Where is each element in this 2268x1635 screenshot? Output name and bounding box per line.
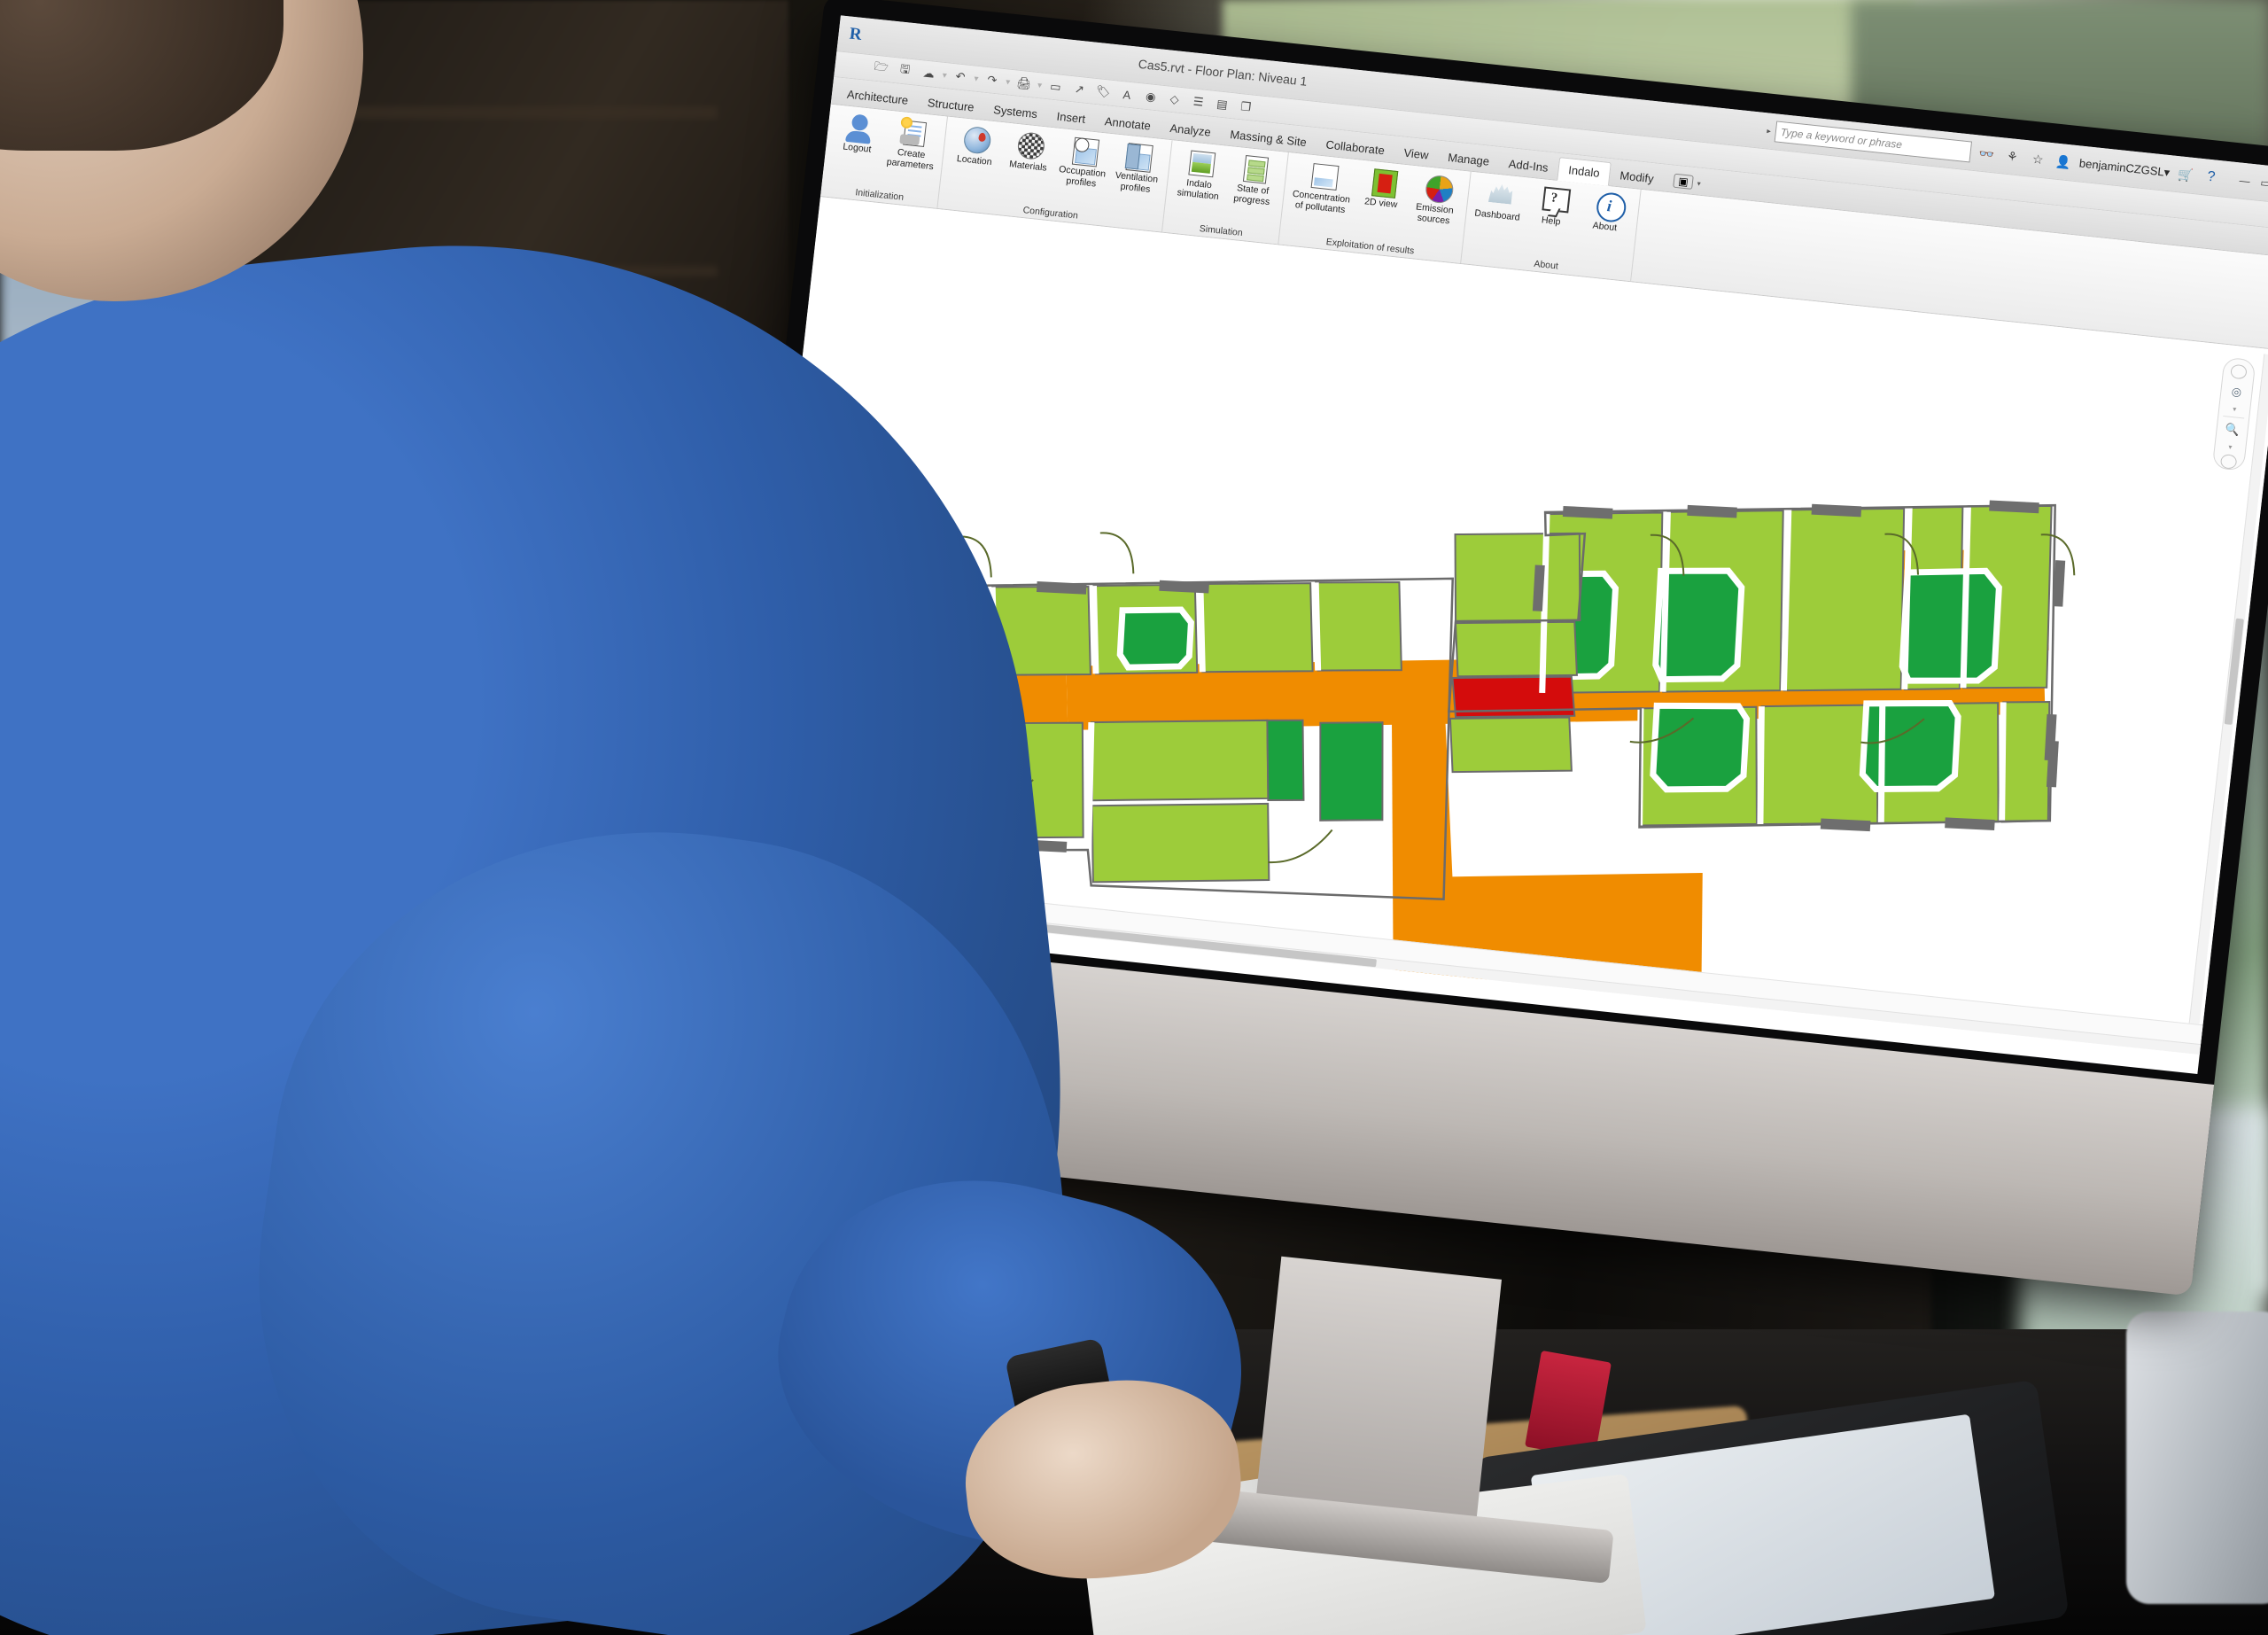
ribbon-button-concentration-of-pollutants[interactable]: Concentration of pollutants: [1288, 156, 1357, 218]
zoom-region-icon[interactable]: 🔍: [2220, 419, 2243, 440]
account-name-label: benjaminCZGSL: [2078, 156, 2165, 179]
ribbon-panel-exploitation-of-results: Concentration of pollutants 2D view Emissi…: [1278, 152, 1472, 264]
ribbon-button-label: Emission sources: [1415, 201, 1455, 226]
view-box-icon[interactable]: ▣: [1673, 173, 1694, 190]
ribbon-button-label: Ventilation profiles: [1115, 169, 1159, 195]
document-title: Cas5.rvt - Floor Plan: Niveau 1: [1138, 56, 1309, 89]
navbar-top-handle[interactable]: [2230, 363, 2248, 380]
emission-sources-pie-icon: [1420, 171, 1455, 205]
ribbon-button-label: About: [1592, 220, 1618, 234]
help-circle-icon[interactable]: ?: [2201, 167, 2222, 188]
ribbon-button-label: Indalo simulation: [1177, 177, 1220, 202]
photo-scene: R Cas5.rvt - Floor Plan: Niveau 1 ▸ Type…: [0, 0, 2268, 1635]
steering-wheel-caret-icon[interactable]: ▾: [2233, 405, 2237, 413]
window-controls[interactable]: — ▭ ✕: [2226, 173, 2268, 191]
minimize-button[interactable]: —: [2239, 174, 2250, 187]
ribbon-button-dashboard[interactable]: Dashboard: [1471, 175, 1526, 225]
ribbon-button-about[interactable]: i About: [1579, 186, 1635, 237]
level-icon[interactable]: ☰: [1186, 91, 1209, 113]
zoom-caret-icon[interactable]: ▾: [2228, 443, 2233, 451]
navbar-bottom-handle[interactable]: [2219, 453, 2238, 470]
about-info-icon: i: [1590, 189, 1627, 224]
ribbon-button-emission-sources[interactable]: Emission sources: [1407, 168, 1464, 230]
keynote-icon[interactable]: ◇: [1163, 89, 1186, 110]
ribbon-button-label: Help: [1541, 214, 1562, 228]
ribbon-panel-about: Dashboard? Help i About About: [1460, 171, 1642, 282]
restore-button[interactable]: ▭: [2260, 176, 2268, 190]
state-of-progress-icon: [1239, 152, 1272, 185]
ribbon-button-ventilation-profiles[interactable]: Ventilation profiles: [1109, 137, 1167, 199]
ribbon-button-label: 2D view: [1363, 196, 1398, 211]
ribbon-panel-simulation: Indalo simulation State of progress Simula…: [1162, 140, 1290, 245]
bookmark-icon[interactable]: ⚘: [2001, 145, 2023, 167]
star-icon[interactable]: ☆: [2027, 148, 2048, 169]
person-icon[interactable]: 👤: [2053, 151, 2074, 172]
ribbon-button-label: State of progress: [1232, 183, 1270, 207]
navbar-divider: [2223, 415, 2245, 418]
model-group-icon[interactable]: ◉: [1139, 86, 1162, 107]
cart-icon[interactable]: 🛒: [2175, 164, 2196, 185]
help-question-icon: ?: [1537, 183, 1571, 216]
view-selector[interactable]: ▣ ▾: [1673, 173, 1702, 195]
concentration-chart-icon: [1307, 160, 1340, 192]
binoculars-icon[interactable]: 👓: [1976, 143, 1997, 164]
ribbon-button-label: Concentration of pollutants: [1292, 188, 1351, 215]
account-name[interactable]: benjaminCZGSL▾: [2078, 156, 2171, 180]
view-caret-icon[interactable]: ▾: [1697, 179, 1701, 187]
ribbon-button-indalo-simulation[interactable]: Indalo simulation: [1171, 144, 1229, 205]
indalo-simulation-icon: [1184, 146, 1218, 179]
close-hidden-icon[interactable]: ▤: [1210, 94, 1233, 115]
switch-window-icon[interactable]: ❐: [1234, 97, 1257, 118]
tab-view[interactable]: View: [1393, 141, 1439, 167]
ribbon-button-state-of-progress[interactable]: State of progress: [1225, 149, 1283, 210]
text-icon[interactable]: A: [1115, 83, 1138, 105]
glass-jar: [2126, 1312, 2268, 1604]
account-caret-icon[interactable]: ▾: [2163, 166, 2171, 180]
high-concentration-room: [1451, 675, 1576, 719]
2d-view-icon: [1367, 166, 1401, 199]
ribbon-button-2d-view[interactable]: 2D view: [1355, 163, 1410, 214]
ribbon-button-label: Dashboard: [1473, 207, 1521, 223]
steering-wheel-icon[interactable]: ◎: [2225, 381, 2248, 402]
dashboard-building-icon: [1483, 178, 1517, 211]
search-caret-icon[interactable]: ▸: [1767, 126, 1772, 136]
hotspot-area: [1449, 532, 1581, 774]
ribbon-button-help[interactable]: ? Help: [1525, 181, 1581, 231]
ventilation-profiles-icon: [1122, 140, 1156, 173]
